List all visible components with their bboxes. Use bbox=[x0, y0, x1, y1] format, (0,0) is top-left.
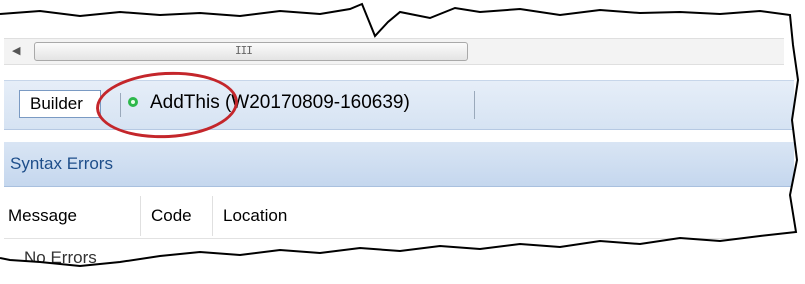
column-divider[interactable] bbox=[140, 196, 141, 236]
scrollbar-grip-icon: III bbox=[235, 44, 253, 57]
table-row: No Errors bbox=[24, 248, 97, 267]
column-divider[interactable] bbox=[212, 196, 213, 236]
horizontal-scrollbar[interactable]: ◀ III bbox=[4, 38, 784, 65]
syntax-errors-header[interactable]: Syntax Errors bbox=[4, 142, 794, 187]
toolbar-separator bbox=[474, 91, 475, 119]
screenshot-fragment: ◀ III Builder AddThis (W20170809-160639)… bbox=[0, 4, 798, 267]
column-header-location[interactable]: Location bbox=[223, 206, 287, 226]
scroll-left-arrow-icon[interactable]: ◀ bbox=[12, 44, 20, 57]
panel-title: Syntax Errors bbox=[10, 154, 113, 173]
column-header-code[interactable]: Code bbox=[151, 206, 192, 226]
builder-tab[interactable]: Builder bbox=[19, 90, 101, 118]
scrollbar-thumb[interactable]: III bbox=[34, 42, 468, 61]
column-header-message[interactable]: Message bbox=[8, 206, 77, 226]
table-header: Message Code Location bbox=[4, 194, 794, 239]
